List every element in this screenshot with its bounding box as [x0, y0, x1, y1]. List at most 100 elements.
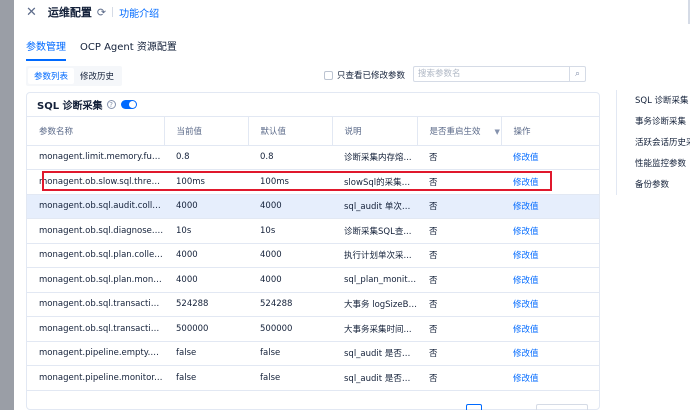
col-header-name: 参数名称 — [27, 117, 165, 146]
cell-default: 500000 — [248, 316, 332, 342]
cell-name: monagent.limit.memory.fuse.pe... — [27, 145, 164, 170]
cell-restart: 否 — [417, 292, 501, 317]
cell-name: monagent.ob.slow.sql.threshold — [27, 169, 164, 195]
cell-current: false — [164, 341, 248, 366]
cell-desc: 诊断采集SQL查... — [332, 218, 417, 244]
search-box: ⌕ — [413, 66, 586, 82]
pagination-current-page[interactable] — [466, 404, 482, 410]
col-header-action: 操作 — [501, 117, 599, 146]
filter-icon[interactable]: ▼ — [495, 128, 500, 136]
cell-restart: 否 — [417, 169, 501, 195]
cell-desc: sql_audit 单次查... — [332, 194, 417, 219]
search-icon[interactable]: ⌕ — [569, 67, 585, 81]
subtab-param-list[interactable]: 参数列表 — [28, 68, 75, 84]
cell-desc: 执行计划单次采... — [332, 243, 417, 268]
cell-current: 0.8 — [164, 145, 248, 170]
cell-desc: slowSql的采集阈值 — [332, 169, 417, 195]
table-row: monagent.limit.memory.fuse.pe... 0.8 0.8… — [27, 145, 599, 170]
feature-intro-link[interactable]: 功能介绍 — [119, 5, 159, 20]
param-table: 参数名称 当前值 默认值 说明 是否重启生效 ▼ 操作 monagent.limi… — [27, 117, 599, 391]
cell-restart: 否 — [417, 218, 501, 244]
anchor-sql-diagnose[interactable]: SQL 诊断采集 — [617, 90, 690, 111]
cell-desc: sql_audit 是否采... — [332, 365, 417, 391]
cell-desc: 大事务采集时间... — [332, 316, 417, 342]
col-header-restart: 是否重启生效 ▼ — [417, 117, 502, 146]
cell-restart: 否 — [417, 194, 501, 219]
table-row: monagent.ob.sql.plan.collect.b... 4000 4… — [27, 243, 599, 268]
main-tabs: 参数管理 OCP Agent 资源配置 — [26, 38, 177, 61]
anchor-active-session-history[interactable]: 活跃会话历史采集 — [617, 132, 690, 153]
cell-desc: sql_plan_monito... — [332, 267, 417, 293]
cell-default: 4000 — [248, 194, 332, 219]
cell-default: 4000 — [248, 243, 332, 268]
modal-backdrop — [0, 0, 14, 410]
cell-name: monagent.pipeline.empty.query.... — [27, 341, 164, 366]
cell-restart: 否 — [417, 267, 501, 293]
table-row: monagent.pipeline.empty.query.... false … — [27, 341, 599, 366]
col-header-restart-label: 是否重启生效 — [429, 126, 481, 137]
tab-param-management[interactable]: 参数管理 — [26, 38, 66, 61]
cell-current: 4000 — [164, 267, 248, 293]
refresh-icon[interactable]: ⟳ — [97, 6, 106, 19]
only-modified-checkbox[interactable] — [324, 70, 333, 80]
cell-default: 0.8 — [248, 145, 332, 170]
table-row: monagent.ob.slow.sql.threshold 100ms 100… — [27, 169, 599, 195]
drawer-header: ✕ 运维配置 ⟳ 功能介绍 — [14, 0, 690, 24]
edit-value-link[interactable]: 修改值 — [501, 365, 599, 391]
cell-desc: sql_audit 是否采... — [332, 341, 417, 366]
edit-value-link[interactable]: 修改值 — [501, 145, 599, 170]
table-row: monagent.ob.sql.transaction.ti... 500000… — [27, 316, 599, 342]
edit-value-link[interactable]: 修改值 — [501, 267, 599, 293]
divider — [112, 7, 114, 17]
anchor-transaction-diagnose[interactable]: 事务诊断采集 — [617, 111, 690, 132]
cell-restart: 否 — [417, 316, 501, 342]
col-header-current: 当前值 — [164, 117, 249, 146]
edit-value-link[interactable]: 修改值 — [501, 292, 599, 317]
cell-restart: 否 — [417, 341, 501, 366]
only-modified-filter[interactable]: 只查看已修改参数 — [324, 69, 405, 81]
anchor-backup-params[interactable]: 备份参数 — [617, 174, 690, 195]
anchor-performance-monitor[interactable]: 性能监控参数 — [617, 153, 690, 174]
cell-current: 100ms — [164, 169, 248, 195]
cell-restart: 否 — [417, 243, 501, 268]
section-enable-toggle[interactable] — [120, 100, 137, 109]
close-icon[interactable]: ✕ — [26, 5, 37, 20]
cell-name: monagent.ob.sql.plan.monitor.c... — [27, 267, 164, 293]
cell-default: 4000 — [248, 267, 332, 293]
table-row: monagent.ob.sql.audit.collect.b... 4000 … — [27, 194, 599, 219]
edit-value-link[interactable]: 修改值 — [501, 218, 599, 244]
card-header: SQL 诊断采集 ? — [27, 93, 599, 117]
pagination-size-select[interactable] — [536, 404, 588, 410]
cell-restart: 否 — [417, 365, 501, 391]
anchor-nav: SQL 诊断采集 事务诊断采集 活跃会话历史采集 性能监控参数 备份参数 — [616, 90, 690, 195]
drawer-panel: ✕ 运维配置 ⟳ 功能介绍 参数管理 OCP Agent 资源配置 参数列表 修… — [14, 0, 690, 410]
cell-current: false — [164, 365, 248, 391]
cell-default: false — [248, 341, 332, 366]
sql-diagnose-card: SQL 诊断采集 ? 参数名称 当前值 默认值 说明 是否重启生效 ▼ 操作 m… — [26, 92, 600, 410]
cell-default: 100ms — [248, 169, 332, 195]
table-header-row: 参数名称 当前值 默认值 说明 是否重启生效 ▼ 操作 — [27, 117, 599, 146]
edit-value-link[interactable]: 修改值 — [501, 243, 599, 268]
cell-desc: 大事务 logSizeBy... — [332, 292, 417, 317]
edit-value-link[interactable]: 修改值 — [501, 316, 599, 342]
cell-restart: 否 — [417, 145, 501, 170]
cell-current: 524288 — [164, 292, 248, 317]
cell-current: 500000 — [164, 316, 248, 342]
cell-name: monagent.ob.sql.diagnose.colle... — [27, 218, 164, 244]
subtab-change-history[interactable]: 修改历史 — [74, 68, 120, 84]
table-row: monagent.ob.sql.diagnose.colle... 10s 10… — [27, 218, 599, 244]
col-header-default: 默认值 — [248, 117, 333, 146]
edit-value-link[interactable]: 修改值 — [501, 169, 599, 195]
section-title: SQL 诊断采集 — [37, 101, 103, 112]
cell-name: monagent.ob.sql.audit.collect.b... — [27, 194, 164, 219]
edit-value-link[interactable]: 修改值 — [501, 341, 599, 366]
drawer-title: 运维配置 — [47, 6, 92, 19]
tab-ocp-agent-resources[interactable]: OCP Agent 资源配置 — [80, 38, 177, 61]
cell-name: monagent.ob.sql.transaction.lo... — [27, 292, 164, 317]
table-row: monagent.ob.sql.plan.monitor.c... 4000 4… — [27, 267, 599, 293]
help-icon[interactable]: ? — [106, 100, 116, 109]
cell-name: monagent.pipeline.monitor.user.... — [27, 365, 164, 391]
table-row: monagent.pipeline.monitor.user.... false… — [27, 365, 599, 391]
search-input[interactable] — [414, 67, 569, 81]
edit-value-link[interactable]: 修改值 — [501, 194, 599, 219]
